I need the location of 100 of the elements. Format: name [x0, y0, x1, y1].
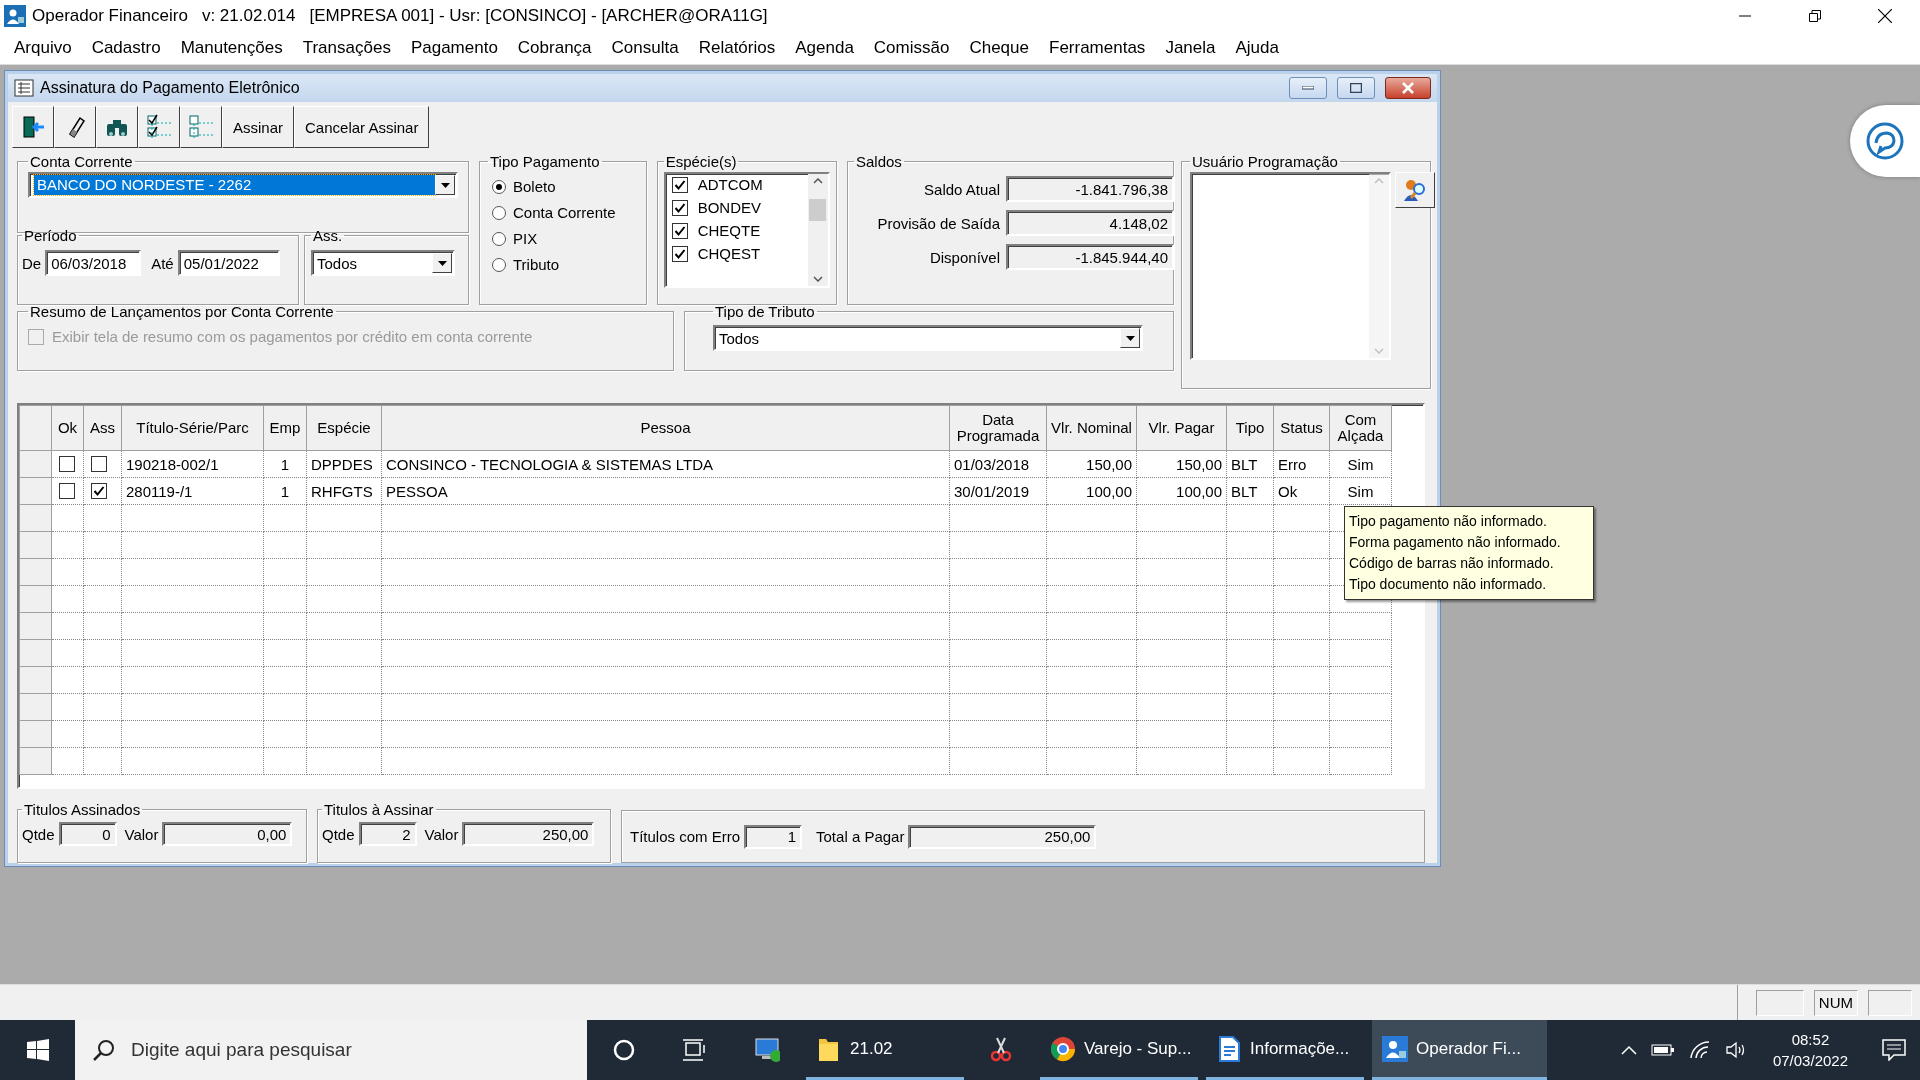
menu-item[interactable]: Relatórios [688, 38, 786, 58]
menu-item[interactable]: Ferramentas [1039, 38, 1156, 58]
dropdown[interactable]: Todos [713, 325, 1143, 351]
menu-item[interactable]: Comissão [863, 38, 960, 58]
checkbox[interactable] [59, 456, 75, 472]
group-label: Período [23, 227, 78, 244]
date-field[interactable]: 06/03/2018 [45, 250, 142, 276]
scissors-icon [988, 1035, 1014, 1062]
menu-item[interactable]: Cheque [959, 38, 1039, 58]
list-box[interactable] [1190, 172, 1391, 360]
group-label: Saldos [855, 153, 903, 170]
maximize-button[interactable] [1337, 77, 1375, 99]
column-header[interactable]: Tipo [1226, 405, 1274, 451]
notifications-icon[interactable] [1882, 1039, 1906, 1061]
toolbar-button[interactable]: Assinar [222, 106, 295, 148]
taskbar-app[interactable]: 21.02 [806, 1020, 964, 1080]
balance-field: 4.148,02 [1006, 210, 1174, 236]
toolbar-button[interactable]: Cancelar Assinar [294, 106, 430, 148]
column-header[interactable]: Ass [83, 405, 122, 451]
taskbar-app[interactable]: Varejo - Sup... [1040, 1020, 1198, 1080]
group-label: Espécie(s) [664, 153, 738, 170]
radio-button[interactable] [492, 205, 506, 220]
caret-down-icon [437, 260, 447, 266]
date-field[interactable]: 05/01/2022 [177, 250, 280, 276]
menu-item[interactable]: Cobrança [507, 38, 602, 58]
checkbox[interactable] [671, 176, 688, 193]
field-label: Qtde [322, 825, 355, 843]
column-header[interactable]: Pessoa [381, 405, 950, 451]
column-header[interactable]: Data Programada [949, 405, 1047, 451]
taskbar-app[interactable]: Operador Fi... [1372, 1020, 1547, 1080]
toolbar-button[interactable] [12, 106, 54, 148]
radio-button[interactable] [492, 179, 506, 194]
menu-item[interactable]: Manutenções [170, 38, 293, 58]
wifi-icon[interactable] [1688, 1041, 1711, 1059]
minimize-button[interactable] [1289, 77, 1327, 99]
form-icon [14, 79, 34, 97]
menu-item[interactable]: Consulta [601, 38, 689, 58]
column-header[interactable]: Vlr. Pagar [1136, 405, 1227, 451]
scrollbar-thumb[interactable] [809, 199, 827, 221]
battery-icon[interactable] [1650, 1043, 1675, 1057]
list-box[interactable]: ADTCOM BONDEV CHEQTE CHQEST [663, 172, 830, 288]
scrollbar[interactable] [808, 174, 828, 286]
list-item[interactable]: ADTCOM [697, 176, 763, 193]
menu-item[interactable]: Janela [1155, 38, 1226, 58]
empty-checklist-icon [188, 114, 214, 140]
group-label: Conta Corrente [29, 153, 134, 170]
volume-icon[interactable] [1724, 1041, 1747, 1059]
checkbox[interactable] [91, 483, 107, 499]
checklist-icon [146, 114, 172, 140]
search-user-button[interactable] [1395, 172, 1435, 208]
list-item[interactable]: CHQEST [697, 245, 761, 262]
restore-icon [1809, 10, 1821, 22]
menu-item[interactable]: Arquivo [4, 38, 82, 58]
group-label: Tipo Pagamento [489, 153, 601, 170]
close-button[interactable] [1385, 77, 1431, 99]
group-label: Ass. [312, 227, 344, 244]
column-header[interactable]: Status [1273, 405, 1330, 451]
search-field[interactable]: Digite aqui para pesquisar [75, 1020, 587, 1080]
menu-item[interactable]: Agenda [785, 38, 864, 58]
clock[interactable]: 08:52 07/03/2022 [1772, 1029, 1848, 1071]
table-cell: 01/03/2018 [949, 450, 1047, 478]
check-icon [673, 247, 686, 260]
checkbox[interactable] [671, 222, 688, 239]
radio-button[interactable] [492, 231, 506, 246]
dropdown[interactable]: BANCO DO NORDESTE - 2262 [28, 172, 458, 198]
dropdown[interactable]: Todos [311, 250, 455, 276]
column-header[interactable]: Título-Série/Parc [121, 405, 264, 451]
menu-item[interactable]: Cadastro [81, 38, 171, 58]
status-panel [1868, 989, 1912, 1016]
radio-button[interactable] [492, 257, 506, 272]
column-header[interactable]: Emp [263, 405, 307, 451]
checkbox[interactable] [671, 199, 688, 216]
dropdown-button[interactable] [435, 175, 455, 195]
taskbar-app[interactable]: Informaçõe... [1206, 1020, 1364, 1080]
dropdown-button[interactable] [432, 253, 452, 273]
toolbar-button[interactable] [138, 106, 180, 148]
column-header[interactable]: Ok [51, 405, 84, 451]
checkbox[interactable] [59, 483, 75, 499]
column-header[interactable]: Com Alçada [1329, 405, 1392, 451]
menu-item[interactable]: Pagamento [400, 38, 508, 58]
close-icon [1878, 9, 1892, 23]
checkbox-label: Exibir tela de resumo com os pagamentos por crédito em conta corrente [52, 328, 533, 345]
list-item[interactable]: BONDEV [697, 199, 761, 216]
column-header[interactable]: Espécie [306, 405, 382, 451]
caret-down-icon [1125, 335, 1135, 341]
toolbar-button[interactable] [96, 106, 138, 148]
checkbox[interactable] [91, 456, 107, 472]
menu-item[interactable]: Transações [292, 38, 401, 58]
table-cell: Sim [1329, 477, 1392, 505]
dropdown-button[interactable] [1120, 328, 1140, 348]
tooltip-text: Forma pagamento não informado. [1349, 533, 1562, 552]
column-header[interactable]: Vlr. Nominal [1046, 405, 1137, 451]
chat-button[interactable] [1850, 105, 1920, 177]
checkbox[interactable] [671, 245, 688, 262]
toolbar-button[interactable] [54, 106, 96, 148]
toolbar-button[interactable] [180, 106, 222, 148]
chevron-up-icon[interactable] [1620, 1045, 1637, 1055]
list-item[interactable]: CHEQTE [697, 222, 761, 239]
menu-item[interactable]: Ajuda [1225, 38, 1289, 58]
table-cell: BLT [1226, 450, 1274, 478]
